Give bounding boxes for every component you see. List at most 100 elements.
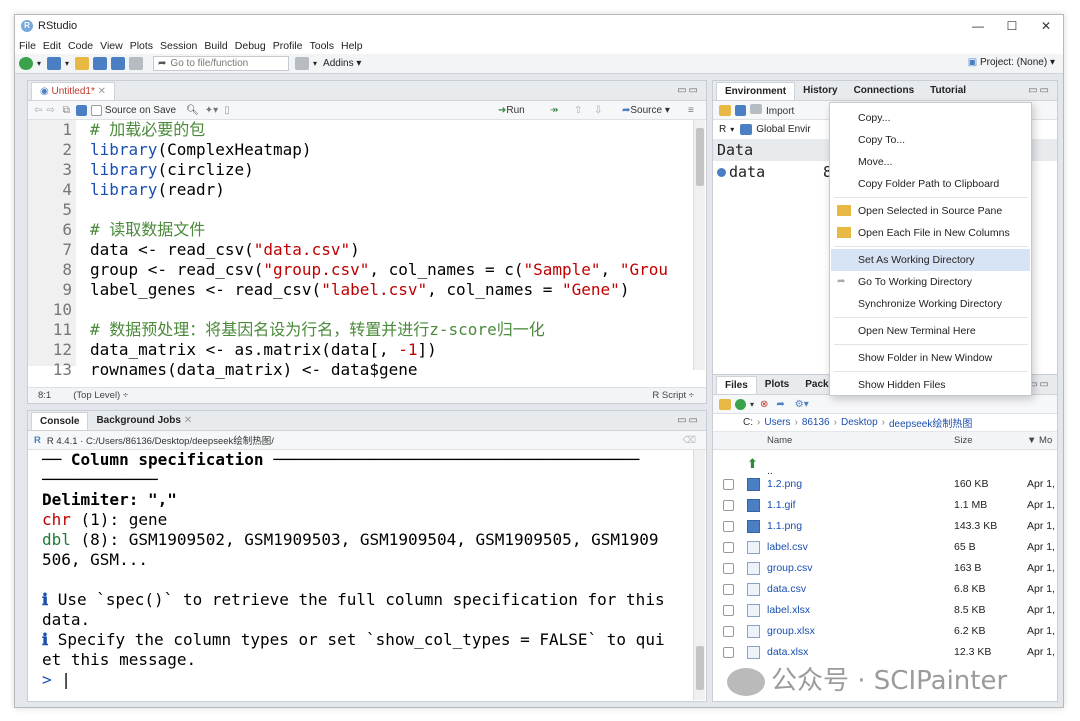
file-checkbox[interactable] <box>723 479 734 490</box>
file-row[interactable]: group.xlsx 6.2 KB Apr 1, <box>713 621 1057 642</box>
file-name-link[interactable]: group.xlsx <box>767 625 815 637</box>
delete-icon[interactable]: ⊗ <box>760 399 768 410</box>
tab-background-jobs[interactable]: Background Jobs ✕ <box>88 412 200 430</box>
close-tab-icon[interactable]: ✕ <box>98 86 106 97</box>
clear-console-icon[interactable]: ⌫ <box>683 435 696 446</box>
editor-vertical-scrollbar[interactable] <box>693 120 705 370</box>
file-row[interactable]: 1.2.png 160 KB Apr 1, <box>713 474 1057 495</box>
forward-icon[interactable]: ⇨ <box>46 105 54 116</box>
print-icon[interactable] <box>129 57 144 70</box>
file-checkbox[interactable] <box>723 584 734 595</box>
menu-help[interactable]: Help <box>341 40 363 52</box>
menu-item-move[interactable]: Move... <box>831 151 1030 173</box>
new-file-icon[interactable] <box>19 57 33 70</box>
file-row[interactable]: ⬆.. <box>713 453 1057 477</box>
file-name-link[interactable]: 1.1.png <box>767 520 802 532</box>
file-checkbox[interactable] <box>723 521 734 532</box>
file-name-link[interactable]: group.csv <box>767 562 813 574</box>
rename-icon[interactable]: ➦ <box>776 399 784 410</box>
column-size-header[interactable]: Size <box>954 435 972 446</box>
project-menu[interactable]: ▣ Project: (None) ▾ <box>968 57 1055 68</box>
file-row[interactable]: 1.1.gif 1.1 MB Apr 1, <box>713 495 1057 516</box>
pane-minmax-icon[interactable]: ▭▭ <box>677 85 700 96</box>
menu-item-copy-folder-path[interactable]: Copy Folder Path to Clipboard <box>831 173 1030 195</box>
file-checkbox[interactable] <box>723 626 734 637</box>
menu-debug[interactable]: Debug <box>235 40 266 52</box>
open-file-icon[interactable] <box>75 57 90 70</box>
maximize-button[interactable]: ☐ <box>995 15 1029 37</box>
menu-item-new-terminal[interactable]: Open New Terminal Here <box>831 320 1030 342</box>
menu-item-show-hidden[interactable]: Show Hidden Files <box>831 374 1030 396</box>
tab-tutorial[interactable]: Tutorial <box>922 82 974 100</box>
global-environment-selector[interactable]: Global Envir <box>756 124 810 135</box>
breadcrumb-item[interactable]: 86136 <box>802 417 830 428</box>
grid-layout-icon[interactable] <box>295 57 310 70</box>
tab-connections[interactable]: Connections <box>846 82 923 100</box>
outline-icon[interactable]: ≡ <box>688 105 694 116</box>
show-in-window-icon[interactable]: ⧉ <box>63 105 70 116</box>
menu-item-go-to-working-dir[interactable]: ➦ Go To Working Directory <box>831 271 1030 293</box>
menu-plots[interactable]: Plots <box>130 40 153 52</box>
menu-code[interactable]: Code <box>68 40 93 52</box>
menu-item-sync-working-dir[interactable]: Synchronize Working Directory <box>831 293 1030 315</box>
file-checkbox[interactable] <box>723 605 734 616</box>
file-checkbox[interactable] <box>723 542 734 553</box>
breadcrumb-item[interactable]: Desktop <box>841 417 878 428</box>
tab-plots[interactable]: Plots <box>757 376 797 394</box>
search-icon[interactable]: 🔍︎ <box>186 105 199 116</box>
menu-edit[interactable]: Edit <box>43 40 61 52</box>
run-button[interactable]: ➜Run <box>498 105 525 116</box>
file-row[interactable]: group.csv 163 B Apr 1, <box>713 558 1057 579</box>
menu-item-open-new-columns[interactable]: Open Each File in New Columns <box>831 222 1030 244</box>
tab-history[interactable]: History <box>795 82 845 100</box>
new-project-icon[interactable] <box>47 57 62 70</box>
save-icon[interactable] <box>93 57 108 70</box>
menu-file[interactable]: File <box>19 40 36 52</box>
goto-file-input[interactable]: ➦ Go to file/function <box>153 56 290 71</box>
file-name-link[interactable]: data.xlsx <box>767 646 808 658</box>
load-workspace-icon[interactable] <box>719 104 731 116</box>
source-button[interactable]: ➦Source ▾ <box>622 105 670 116</box>
file-name-link[interactable]: 1.1.gif <box>767 499 796 511</box>
breadcrumb-item[interactable]: deepseek绘制热图 <box>889 415 972 430</box>
breadcrumb-item[interactable]: Users <box>764 417 790 428</box>
save-workspace-icon[interactable] <box>735 104 746 116</box>
file-row[interactable]: data.csv 6.8 KB Apr 1, <box>713 579 1057 600</box>
close-button[interactable]: ✕ <box>1029 15 1063 37</box>
menu-session[interactable]: Session <box>160 40 197 52</box>
minimize-button[interactable]: — <box>961 15 995 37</box>
console-vertical-scrollbar[interactable] <box>693 450 705 700</box>
tab-files[interactable]: Files <box>716 376 757 394</box>
menu-item-open-in-source[interactable]: Open Selected in Source Pane <box>831 200 1030 222</box>
new-folder-icon[interactable] <box>719 398 731 410</box>
expand-icon[interactable] <box>717 168 726 177</box>
new-blank-file-icon[interactable] <box>735 398 746 410</box>
file-checkbox[interactable] <box>723 563 734 574</box>
menu-item-show-folder[interactable]: Show Folder in New Window <box>831 347 1030 369</box>
menu-tools[interactable]: Tools <box>309 40 334 52</box>
file-name-link[interactable]: 1.2.png <box>767 478 802 490</box>
breadcrumb-item[interactable]: C: <box>743 417 753 428</box>
magic-wand-icon[interactable]: ✦▾ <box>205 105 218 116</box>
menu-item-copy[interactable]: Copy... <box>831 107 1030 129</box>
file-row[interactable]: label.xlsx 8.5 KB Apr 1, <box>713 600 1057 621</box>
column-name-header[interactable]: Name <box>767 435 792 446</box>
file-name-link[interactable]: label.xlsx <box>767 604 810 616</box>
code-editor[interactable]: 1 # 加载必要的包 2 library(ComplexHeatmap) 3 libr… <box>28 120 705 379</box>
file-checkbox[interactable] <box>723 500 734 511</box>
console-prompt[interactable]: > | <box>42 670 71 690</box>
column-modified-header[interactable]: ▼ Mo <box>1027 435 1052 446</box>
rerun-icon[interactable]: ↠ <box>550 105 558 116</box>
scope-selector[interactable]: (Top Level) ÷ <box>73 390 128 401</box>
gear-icon[interactable]: ⚙▾ <box>795 399 809 410</box>
tab-console[interactable]: Console <box>31 412 89 430</box>
menu-item-copy-to[interactable]: Copy To... <box>831 129 1030 151</box>
go-down-icon[interactable]: ⇩ <box>594 105 602 116</box>
save-icon[interactable] <box>75 104 87 116</box>
console-output[interactable]: ── Column specification ────────────────… <box>28 450 705 700</box>
file-checkbox[interactable] <box>723 647 734 658</box>
file-name-link[interactable]: data.csv <box>767 583 806 595</box>
menu-profile[interactable]: Profile <box>273 40 303 52</box>
back-icon[interactable]: ⇦ <box>34 105 42 116</box>
source-on-save-checkbox[interactable] <box>90 104 102 116</box>
